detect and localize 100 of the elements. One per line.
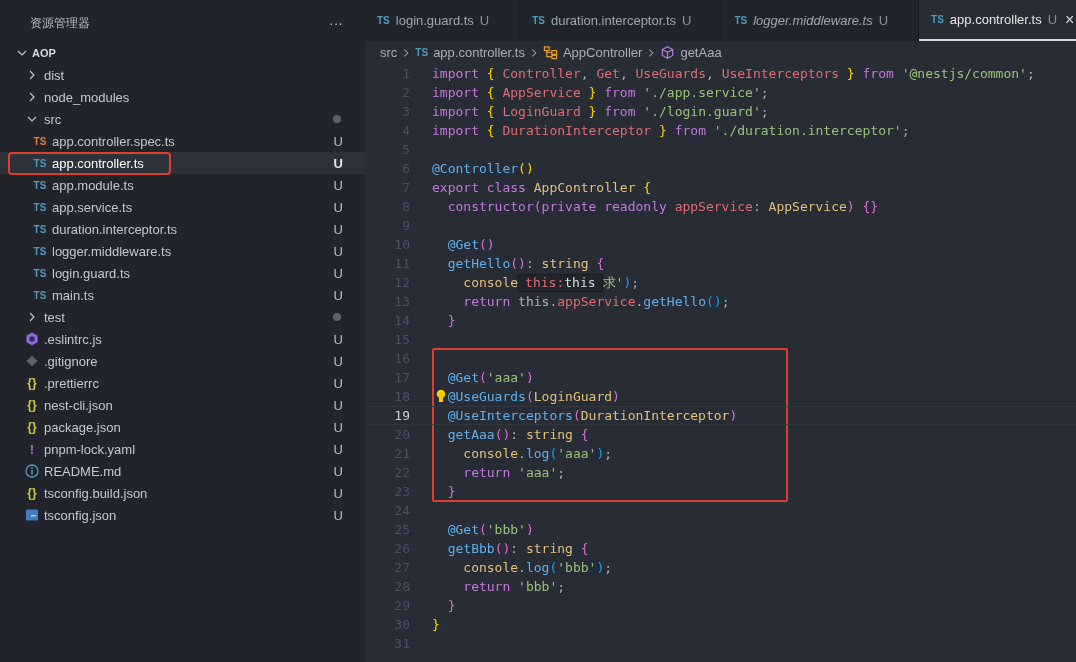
breadcrumb-item[interactable]: TS app.controller.ts <box>415 45 525 60</box>
code-line: } <box>432 616 440 634</box>
git-status: U <box>333 287 343 303</box>
file-name: .eslintrc.js <box>44 331 102 347</box>
typescript-icon: TS <box>32 223 48 235</box>
code-line: @Get() <box>447 236 495 254</box>
file-name: app.service.ts <box>52 199 133 215</box>
typescript-icon: TS <box>32 179 48 191</box>
tree-item[interactable]: node_modules <box>0 86 365 108</box>
git-status: U <box>333 177 343 193</box>
git-status: U <box>333 133 343 149</box>
tree-item[interactable]: {} tsconfig.build.json U <box>0 482 365 504</box>
git-status: U <box>333 331 343 347</box>
code-line: return 'aaa'; <box>463 464 566 482</box>
config-icon <box>24 507 40 523</box>
breadcrumb-item[interactable]: src <box>380 45 398 60</box>
braces-icon: {} <box>24 420 40 434</box>
tree-item[interactable]: TS duration.interceptor.ts U <box>0 218 365 240</box>
file-name: app.controller.ts <box>52 155 144 171</box>
git-status: U <box>333 221 343 237</box>
folder-name: src <box>44 111 62 127</box>
git-status: U <box>333 199 343 215</box>
class-icon <box>542 45 558 60</box>
code-line: return 'bbb'; <box>463 578 566 596</box>
typescript-icon: TS <box>32 245 48 257</box>
code-line: @Get('bbb') <box>447 521 534 539</box>
file-name: tsconfig.json <box>44 507 117 523</box>
exclamation-icon: ! <box>24 441 40 457</box>
git-status: U <box>333 485 343 501</box>
code-line: } <box>447 312 456 330</box>
git-status: U <box>333 265 343 281</box>
tree-item[interactable]: test <box>0 306 365 328</box>
editor-tab[interactable]: TS login.guard.ts U <box>365 0 521 41</box>
tree-item[interactable]: ! pnpm-lock.yaml U <box>0 438 365 460</box>
code-line: console.log('bbb'); <box>463 559 613 577</box>
tree-item[interactable]: TS main.ts U <box>0 284 365 306</box>
hexagon-icon <box>24 331 40 347</box>
breadcrumb-item[interactable]: AppController <box>542 45 643 60</box>
lightbulb-icon[interactable] <box>436 389 446 403</box>
tree-item[interactable]: .gitignore U <box>0 350 365 372</box>
tree-item[interactable]: TS app.controller.spec.ts U <box>0 130 365 152</box>
typescript-icon: TS <box>32 201 48 213</box>
tree-item[interactable]: TS app.service.ts U <box>0 196 365 218</box>
breadcrumb-item[interactable]: getAaa <box>660 45 722 60</box>
code-line: import { AppService } from './app.service'; <box>432 84 769 102</box>
code-line: @UseInterceptors(DurationInterceptor) <box>447 407 738 425</box>
tree-item[interactable]: README.md U <box>0 460 365 482</box>
typescript-icon: TS <box>32 135 48 147</box>
tree-item[interactable]: TS app.controller.ts U <box>0 152 365 174</box>
folder-name: dist <box>44 67 65 83</box>
explorer-title: 资源管理器 <box>30 15 90 31</box>
file-name: app.module.ts <box>52 177 134 193</box>
git-status: U <box>333 353 343 369</box>
code-line: @Controller() <box>432 160 534 178</box>
code-line: @Get('aaa') <box>447 369 534 387</box>
code-line: import { LoginGuard } from './login.guard'; <box>432 103 769 121</box>
braces-icon: {} <box>24 376 40 390</box>
file-name: duration.interceptor.ts <box>52 221 178 237</box>
file-name: README.md <box>44 463 122 479</box>
tree-item[interactable]: .eslintrc.js U <box>0 328 365 350</box>
workspace-header[interactable]: AOP <box>0 42 365 64</box>
git-status: U <box>333 463 343 479</box>
diamond-icon <box>24 353 40 369</box>
git-status: U <box>333 243 343 259</box>
more-actions-button[interactable]: ··· <box>325 15 347 31</box>
file-name: .gitignore <box>44 353 98 369</box>
code-line: export class AppController { <box>432 179 652 197</box>
editor-tab[interactable]: TS duration.interceptor.ts U <box>520 0 723 41</box>
code-line: getAaa(): string { <box>447 426 589 444</box>
braces-icon: {} <box>24 486 40 500</box>
file-name: logger.middleware.ts <box>52 243 172 259</box>
code-line: constructor(private readonly appService: AppService) {} <box>447 198 879 216</box>
git-status: U <box>333 441 343 457</box>
typescript-icon: TS <box>32 157 48 169</box>
editor-tab[interactable]: TS app.controller.ts U × <box>919 0 1076 41</box>
tree-item[interactable]: TS app.module.ts U <box>0 174 365 196</box>
file-name: login.guard.ts <box>52 265 131 281</box>
tree-item[interactable]: {} nest-cli.json U <box>0 394 365 416</box>
code-line: import { Controller, Get, UseGuards, UseInterceptors } from '@nestjs/common'; <box>432 65 1035 83</box>
tree-item[interactable]: TS logger.middleware.ts U <box>0 240 365 262</box>
tree-item[interactable]: tsconfig.json U <box>0 504 365 526</box>
code-line: getBbb(): string { <box>447 540 589 558</box>
folder-name: test <box>44 309 65 325</box>
file-name: .prettierrc <box>44 375 99 391</box>
code-line: 求'); <box>602 274 640 292</box>
tree-item[interactable]: src <box>0 108 365 130</box>
info-icon <box>24 463 40 479</box>
file-name: tsconfig.build.json <box>44 485 148 501</box>
tree-item[interactable]: {} .prettierrc U <box>0 372 365 394</box>
git-status: U <box>333 397 343 413</box>
file-name: main.ts <box>52 287 94 303</box>
tree-item[interactable]: {} package.json U <box>0 416 365 438</box>
code-line: getHello(): string { <box>447 255 605 273</box>
tree-item[interactable]: dist <box>0 64 365 86</box>
tree-item[interactable]: TS login.guard.ts U <box>0 262 365 284</box>
code-line: console <box>463 274 519 292</box>
code-line: @UseGuards(LoginGuard) <box>447 388 620 406</box>
code-line: console.log('aaa'); <box>463 445 613 463</box>
file-name: package.json <box>44 419 121 435</box>
hover-tooltip: this:this <box>518 273 603 292</box>
